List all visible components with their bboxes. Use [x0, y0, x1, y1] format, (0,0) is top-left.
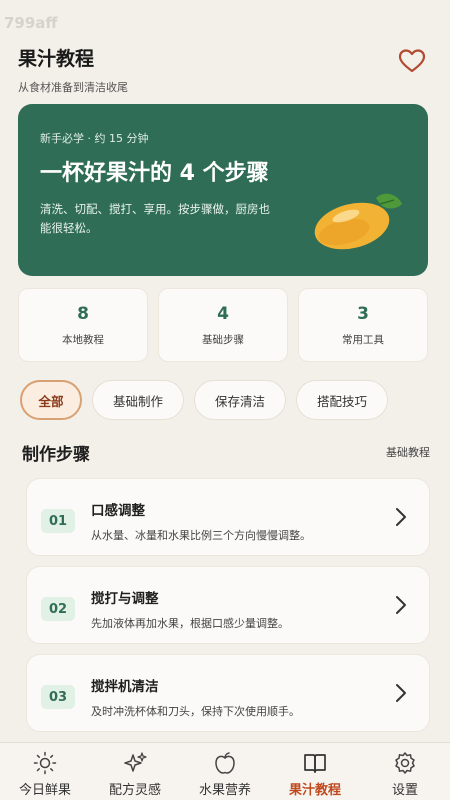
- page-subtitle: 从食材准备到清洁收尾: [18, 81, 128, 94]
- stats-row: 8 本地教程 4 基础步骤 3 常用工具: [18, 288, 428, 362]
- stat-card[interactable]: 8 本地教程: [18, 288, 148, 362]
- chevron-right-icon: [396, 508, 406, 526]
- step-description: 及时冲洗杯体和刀头，保持下次使用顺手。: [91, 705, 300, 718]
- gear-icon: [395, 752, 415, 774]
- step-description: 先加液体再加水果，根据口感少量调整。: [91, 617, 289, 630]
- tab-label: 水果营养: [198, 783, 251, 798]
- tab-today-fruit[interactable]: 今日鲜果: [0, 743, 90, 800]
- hero-description: 清洗、切配、搅打、享用。按步骤做，厨房也能很轻松。: [40, 202, 270, 235]
- hero-card[interactable]: 新手必学 · 约 15 分钟 一杯好果汁的 4 个步骤 清洗、切配、搅打、享用。…: [18, 104, 428, 276]
- section-header: 制作步骤 基础教程: [22, 440, 430, 468]
- tab-label: 今日鲜果: [18, 783, 71, 798]
- tab-juice-tutorial[interactable]: 果汁教程: [270, 743, 360, 800]
- step-title: 搅打与调整: [91, 591, 159, 607]
- stat-card[interactable]: 3 常用工具: [298, 288, 428, 362]
- page-title: 果汁教程: [18, 48, 95, 70]
- chevron-right-icon: [396, 596, 406, 614]
- sparkle-icon: [124, 752, 147, 772]
- stat-label: 常用工具: [342, 333, 384, 346]
- chip-basic[interactable]: 基础制作: [92, 380, 184, 420]
- stat-value: 4: [217, 303, 229, 324]
- stat-value: 3: [357, 303, 369, 324]
- header: 果汁教程 从食材准备到清洁收尾: [18, 44, 432, 96]
- apple-icon: [215, 752, 235, 774]
- step-number: 02: [41, 597, 75, 621]
- hero-title: 一杯好果汁的 4 个步骤: [40, 161, 269, 186]
- stat-label: 基础步骤: [202, 333, 244, 346]
- section-link[interactable]: 基础教程: [386, 444, 430, 460]
- book-icon: [304, 754, 326, 773]
- section-title: 制作步骤: [22, 445, 90, 465]
- stat-label: 本地教程: [62, 333, 104, 346]
- hero-tag: 新手必学 · 约 15 分钟: [40, 132, 149, 145]
- watermark: 799aff: [4, 14, 58, 32]
- bottom-tab-bar: 今日鲜果 配方灵感 水果营养 果汁教程 设置: [0, 742, 450, 800]
- step-number: 03: [41, 685, 75, 709]
- tab-label: 果汁教程: [288, 783, 341, 798]
- chip-storage-cleaning[interactable]: 保存清洁: [194, 380, 286, 420]
- chip-pairing-tips[interactable]: 搭配技巧: [296, 380, 388, 420]
- sun-icon: [33, 751, 57, 775]
- heart-icon[interactable]: [398, 48, 426, 74]
- step-card[interactable]: 02 搅打与调整 先加液体再加水果，根据口感少量调整。: [26, 566, 430, 644]
- step-card[interactable]: 03 搅拌机清洁 及时冲洗杯体和刀头，保持下次使用顺手。: [26, 654, 430, 732]
- chip-all[interactable]: 全部: [20, 380, 82, 420]
- step-title: 搅拌机清洁: [91, 679, 159, 695]
- stat-card[interactable]: 4 基础步骤: [158, 288, 288, 362]
- tab-label: 配方灵感: [108, 783, 161, 798]
- chevron-right-icon: [396, 684, 406, 702]
- step-number: 01: [41, 509, 75, 533]
- filter-chips: 全部 基础制作 保存清洁 搭配技巧: [20, 378, 430, 422]
- step-title: 口感调整: [91, 503, 145, 519]
- stat-value: 8: [77, 303, 89, 324]
- mango-icon: [314, 193, 402, 250]
- step-card[interactable]: 01 口感调整 从水量、冰量和水果比例三个方向慢慢调整。: [26, 478, 430, 556]
- tab-settings[interactable]: 设置: [360, 743, 450, 800]
- tab-label: 设置: [391, 783, 418, 798]
- step-description: 从水量、冰量和水果比例三个方向慢慢调整。: [91, 529, 311, 542]
- tab-recipe-ideas[interactable]: 配方灵感: [90, 743, 180, 800]
- tab-fruit-nutrition[interactable]: 水果营养: [180, 743, 270, 800]
